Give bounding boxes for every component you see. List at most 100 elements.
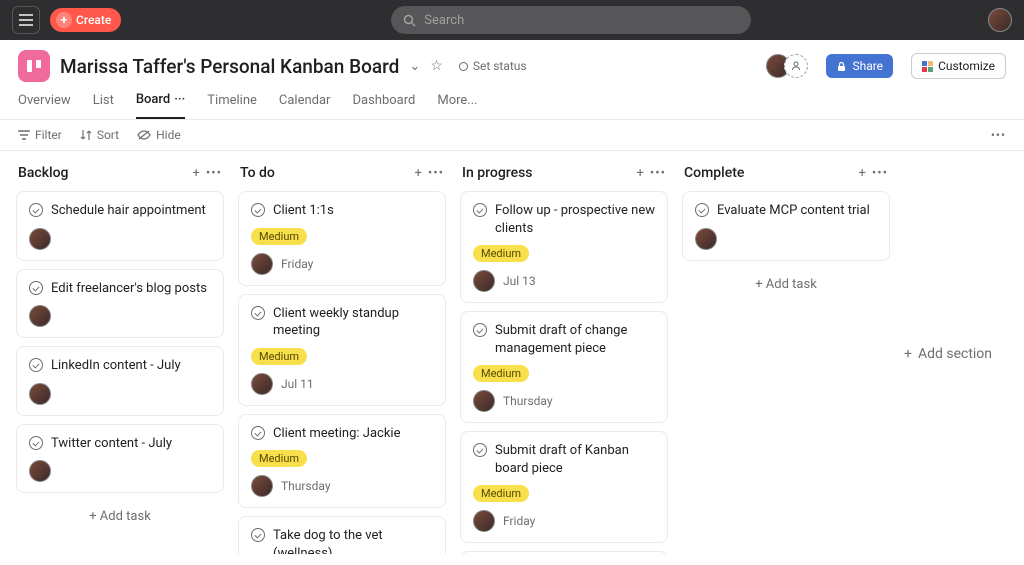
menu-button[interactable] <box>12 6 40 34</box>
assignee-avatar[interactable] <box>473 270 495 292</box>
customize-label: Customize <box>938 59 995 73</box>
share-label: Share <box>852 59 883 73</box>
due-date: Thursday <box>281 479 331 493</box>
project-title: Marissa Taffer's Personal Kanban Board <box>60 55 399 78</box>
task-title: Client weekly standup meeting <box>273 305 433 340</box>
project-icon <box>18 50 50 82</box>
complete-check-icon[interactable] <box>473 443 487 457</box>
complete-check-icon[interactable] <box>251 203 265 217</box>
tab-board[interactable]: Board··· <box>136 92 185 119</box>
complete-check-icon[interactable] <box>29 203 43 217</box>
add-card-icon[interactable]: + <box>192 166 199 181</box>
add-task-button[interactable]: + Add task <box>682 269 890 300</box>
member-list[interactable] <box>772 54 808 78</box>
assignee-avatar[interactable] <box>29 305 51 327</box>
task-card[interactable]: Client 1:1s Medium Friday <box>238 191 446 286</box>
task-card[interactable]: LinkedIn content - July <box>16 346 224 416</box>
column-more-icon[interactable]: ••• <box>872 166 888 181</box>
tab-list[interactable]: List <box>93 92 114 119</box>
task-title: Twitter content - July <box>51 435 172 453</box>
task-card[interactable]: Client meeting: Jackie Medium Thursday <box>238 414 446 509</box>
tab-more[interactable]: More... <box>437 92 477 119</box>
task-title: Client meeting: Jackie <box>273 425 400 443</box>
task-card[interactable]: Submit draft of Kanban board piece Mediu… <box>460 431 668 543</box>
add-section-button[interactable]: + Add section <box>904 165 992 540</box>
search-placeholder: Search <box>424 13 464 28</box>
add-card-icon[interactable]: + <box>858 166 865 181</box>
tab-dashboard[interactable]: Dashboard <box>352 92 415 119</box>
task-card[interactable]: Submit draft of change management piece … <box>460 311 668 423</box>
assignee-avatar[interactable] <box>473 390 495 412</box>
assignee-avatar[interactable] <box>251 253 273 275</box>
task-title: Edit freelancer's blog posts <box>51 280 207 298</box>
task-card[interactable]: Edit freelancer's blog posts <box>16 269 224 339</box>
chevron-down-icon[interactable]: ⌄ <box>409 59 420 74</box>
priority-badge: Medium <box>251 348 307 365</box>
search-input[interactable]: Search <box>391 6 751 34</box>
column-title[interactable]: Complete <box>684 165 852 181</box>
column-more-icon[interactable]: ••• <box>428 166 444 181</box>
task-card[interactable]: Schedule hair appointment <box>16 191 224 261</box>
column-more-icon[interactable]: ••• <box>206 166 222 181</box>
priority-badge: Medium <box>473 485 529 502</box>
tab-calendar[interactable]: Calendar <box>279 92 331 119</box>
user-avatar[interactable] <box>988 8 1012 32</box>
complete-check-icon[interactable] <box>473 323 487 337</box>
create-button[interactable]: + Create <box>50 8 121 32</box>
set-status-button[interactable]: Set status <box>459 59 527 73</box>
add-card-icon[interactable]: + <box>636 166 643 181</box>
complete-check-icon[interactable] <box>29 358 43 372</box>
status-label: Set status <box>473 59 527 73</box>
assignee-avatar[interactable] <box>29 383 51 405</box>
share-button[interactable]: Share <box>826 54 893 78</box>
due-date: Friday <box>503 514 535 528</box>
column-more-icon[interactable]: ••• <box>650 166 666 181</box>
hide-icon <box>137 130 151 140</box>
task-card[interactable]: Twitter content - July <box>16 424 224 494</box>
column-backlog: Backlog + ••• Schedule hair appointment … <box>16 165 224 540</box>
customize-button[interactable]: Customize <box>911 53 1006 79</box>
sort-button[interactable]: Sort <box>80 128 119 142</box>
add-member-button[interactable] <box>784 54 808 78</box>
complete-check-icon[interactable] <box>29 436 43 450</box>
complete-check-icon[interactable] <box>29 281 43 295</box>
column-title[interactable]: In progress <box>462 165 630 181</box>
hide-button[interactable]: Hide <box>137 128 181 142</box>
complete-check-icon[interactable] <box>473 203 487 217</box>
task-card[interactable]: Follow up - prospective new clients Medi… <box>460 191 668 303</box>
plus-icon: + <box>56 12 72 28</box>
column-title[interactable]: Backlog <box>18 165 186 181</box>
task-card[interactable]: Take dog to the vet (wellness) High Thur… <box>238 516 446 554</box>
task-title: Follow up - prospective new clients <box>495 202 655 237</box>
filter-button[interactable]: Filter <box>18 128 62 142</box>
task-card[interactable]: Evaluate MCP content trial <box>682 191 890 261</box>
task-card[interactable]: Draft Sales Scorecard article Medium <box>460 551 668 554</box>
column-title[interactable]: To do <box>240 165 408 181</box>
assignee-avatar[interactable] <box>473 510 495 532</box>
complete-check-icon[interactable] <box>251 528 265 542</box>
tab-timeline[interactable]: Timeline <box>207 92 257 119</box>
task-title: LinkedIn content - July <box>51 357 181 375</box>
due-date: Friday <box>281 257 313 271</box>
star-icon[interactable]: ☆ <box>430 58 443 74</box>
task-title: Submit draft of change management piece <box>495 322 655 357</box>
topbar: + Create Search <box>0 0 1024 40</box>
task-card[interactable]: Client weekly standup meeting Medium Jul… <box>238 294 446 406</box>
assignee-avatar[interactable] <box>29 228 51 250</box>
add-task-button[interactable]: + Add task <box>16 501 224 532</box>
task-title: Evaluate MCP content trial <box>717 202 870 220</box>
tab-bar: Overview List Board··· Timeline Calendar… <box>0 82 1024 120</box>
assignee-avatar[interactable] <box>251 373 273 395</box>
assignee-avatar[interactable] <box>251 475 273 497</box>
complete-check-icon[interactable] <box>251 306 265 320</box>
complete-check-icon[interactable] <box>251 426 265 440</box>
add-card-icon[interactable]: + <box>414 166 421 181</box>
search-icon <box>403 14 416 27</box>
toolbar-more-icon[interactable]: ••• <box>991 128 1006 142</box>
assignee-avatar[interactable] <box>29 460 51 482</box>
assignee-avatar[interactable] <box>695 228 717 250</box>
complete-check-icon[interactable] <box>695 203 709 217</box>
due-date: Jul 13 <box>503 274 536 288</box>
tab-overview[interactable]: Overview <box>18 92 71 119</box>
due-date: Jul 11 <box>281 377 314 391</box>
